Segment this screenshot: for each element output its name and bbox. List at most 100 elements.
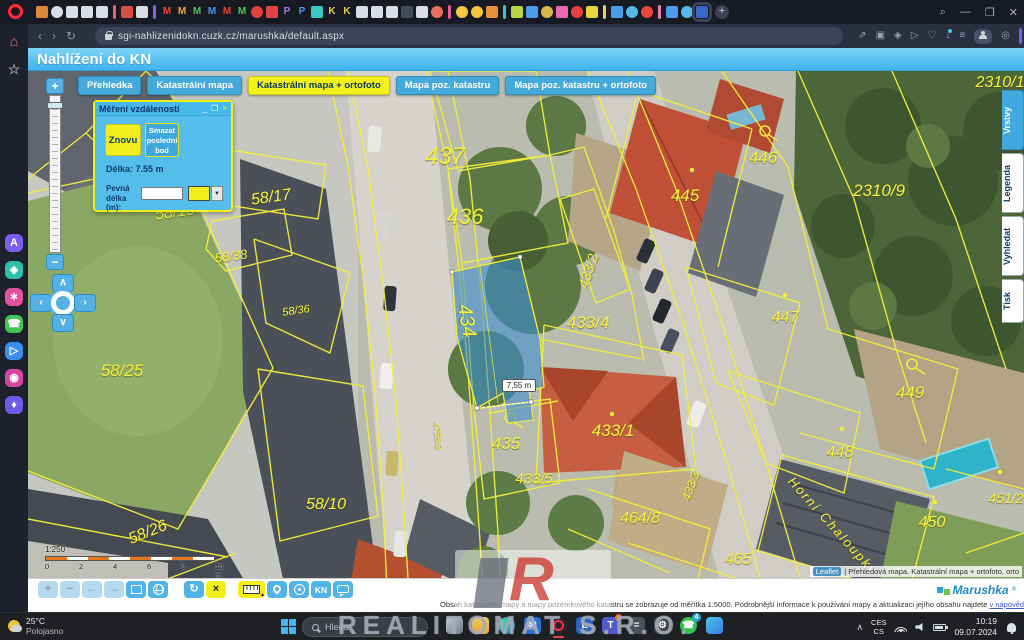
tab-favicon[interactable] (626, 6, 638, 18)
map-tab-p-ehledka[interactable]: Přehledka (78, 76, 141, 95)
weather-widget[interactable]: 25°C Polojasno (8, 616, 63, 636)
profile-icon[interactable] (974, 29, 992, 44)
zoom-in-button[interactable]: + (38, 581, 58, 598)
pan-center-button[interactable] (51, 291, 75, 315)
tab-favicon[interactable] (36, 6, 48, 18)
tab-favicon[interactable] (456, 6, 468, 18)
tab-favicon[interactable] (696, 6, 708, 18)
tab-favicon[interactable] (401, 6, 413, 18)
map-tab-mapa-poz-katastru-ortofoto[interactable]: Mapa poz. katastru + ortofoto (505, 76, 656, 95)
feedback-button[interactable] (333, 581, 353, 598)
tab-favicon[interactable] (526, 6, 538, 18)
messenger-icon[interactable]: ∗ (5, 288, 23, 306)
refresh-button[interactable]: ↻ (184, 581, 204, 598)
tab-favicon[interactable] (586, 6, 598, 18)
tab-favicon[interactable]: P (296, 6, 308, 18)
tab-favicon[interactable] (431, 6, 443, 18)
bookmarks-icon[interactable]: ☆ (5, 60, 23, 78)
language-switcher[interactable]: CES CS (871, 618, 886, 636)
window-maximize-button[interactable]: ❐ (985, 6, 995, 19)
snapshot-icon[interactable]: ▣ (876, 31, 885, 41)
map-viewport[interactable]: 43743658/1758/1958/3858/3658/2558/1058/2… (28, 71, 1024, 612)
measure-distance-button[interactable]: ▴ (238, 581, 265, 598)
extensions-icon[interactable]: ◎ (1001, 31, 1010, 41)
tab-search-icon[interactable]: ⌕ (940, 6, 946, 19)
history-back-button[interactable]: ← (82, 581, 102, 598)
instagram-icon[interactable]: ◉ (5, 369, 23, 387)
reload-icon[interactable]: ↻ (66, 29, 76, 43)
point-select-button[interactable] (267, 581, 287, 598)
zoom-rectangle-button[interactable] (126, 581, 146, 598)
locate-button[interactable] (289, 581, 309, 598)
tray-expand-icon[interactable]: ∧ (856, 622, 863, 633)
map-tab-katastr-ln-mapa[interactable]: Katastrální mapa (147, 76, 242, 95)
zoom-slider-handle[interactable] (47, 102, 63, 109)
tab-favicon[interactable] (641, 6, 653, 18)
volume-icon[interactable] (915, 623, 925, 631)
tab-favicon[interactable] (571, 6, 583, 18)
color-swatch[interactable] (188, 186, 210, 201)
tab-favicon[interactable] (666, 6, 678, 18)
map-tab-mapa-poz-katastru[interactable]: Mapa poz. katastru (396, 76, 500, 95)
zoom-out-button[interactable]: − (46, 254, 64, 270)
dialog-close-icon[interactable]: × (222, 104, 227, 113)
tab-favicon[interactable] (81, 6, 93, 18)
delete-last-point-button[interactable]: Smazat poslední bod (145, 123, 179, 157)
full-extent-button[interactable] (148, 581, 168, 598)
measure-dialog-titlebar[interactable]: Měření vzdáleností _ ❐ × (95, 102, 231, 116)
clock[interactable]: 10:19 09.07.2024 (954, 616, 997, 637)
tab-favicon[interactable] (311, 6, 323, 18)
start-button[interactable] (281, 619, 296, 634)
fixed-length-input[interactable] (141, 187, 183, 200)
tab-favicon[interactable]: M (221, 6, 233, 18)
pan-up-button[interactable]: ∧ (52, 274, 74, 292)
tab-favicon[interactable] (556, 6, 568, 18)
share-icon[interactable]: ⇗ (858, 31, 866, 41)
tab-favicon[interactable]: K (326, 6, 338, 18)
tab-favicon[interactable] (136, 6, 148, 18)
workspace-icon[interactable]: ◈ (5, 261, 23, 279)
home-icon[interactable]: ⌂ (5, 32, 23, 50)
tab-favicon[interactable] (511, 6, 523, 18)
side-tab-tisk[interactable]: Tisk (1002, 279, 1024, 323)
tab-favicon[interactable]: M (191, 6, 203, 18)
tab-favicon[interactable] (121, 6, 133, 18)
tab-favicon[interactable] (51, 6, 63, 18)
notifications-icon[interactable] (1007, 623, 1016, 632)
swatch-dropdown-icon[interactable]: ▼ (211, 186, 223, 201)
tab-favicon[interactable] (251, 6, 263, 18)
pan-down-button[interactable]: ∨ (52, 314, 74, 332)
back-icon[interactable]: ‹ (38, 29, 42, 43)
wifi-icon[interactable] (894, 623, 907, 632)
help-pdf-link[interactable]: v nápovědě (PDF). (989, 600, 1024, 609)
sidebar-panel-toggle[interactable] (1019, 28, 1022, 44)
aria-ai-icon[interactable]: A (5, 234, 23, 252)
leaflet-link[interactable]: Leaflet (813, 567, 842, 576)
side-tab-legenda[interactable]: Legenda (1002, 153, 1024, 213)
dialog-minimize-icon[interactable]: _ (203, 104, 207, 113)
zoom-slider[interactable] (49, 95, 61, 253)
tab-favicon[interactable]: P (281, 6, 293, 18)
tab-favicon[interactable] (486, 6, 498, 18)
favorites-icon[interactable]: ♡ (927, 31, 936, 41)
whatsapp-icon[interactable]: ☎ (5, 315, 23, 333)
tab-favicon[interactable]: M (236, 6, 248, 18)
reader-mode-icon[interactable]: ≡ (959, 31, 965, 41)
tab-favicon[interactable] (266, 6, 278, 18)
pan-left-button[interactable]: ‹ (30, 294, 52, 312)
tab-favicon[interactable]: M (206, 6, 218, 18)
downloads-icon[interactable]: ↓ (945, 31, 950, 41)
map-tab-katastr-ln-mapa-ortofoto[interactable]: Katastrální mapa + ortofoto (248, 76, 390, 95)
tab-favicon[interactable] (471, 6, 483, 18)
clear-button[interactable]: × (206, 581, 226, 598)
tab-favicon[interactable] (416, 6, 428, 18)
tab-favicon[interactable] (681, 6, 693, 18)
tab-favicon[interactable]: M (176, 6, 188, 18)
side-tab-vrstvy[interactable]: Vrstvy (1002, 90, 1024, 150)
tab-favicon[interactable] (541, 6, 553, 18)
battery-icon[interactable] (933, 624, 946, 631)
send-to-device-icon[interactable]: ▷ (911, 31, 919, 41)
window-close-button[interactable]: ✕ (1009, 6, 1018, 19)
vpn-badge-icon[interactable]: ◈ (894, 31, 902, 41)
tab-favicon[interactable] (371, 6, 383, 18)
